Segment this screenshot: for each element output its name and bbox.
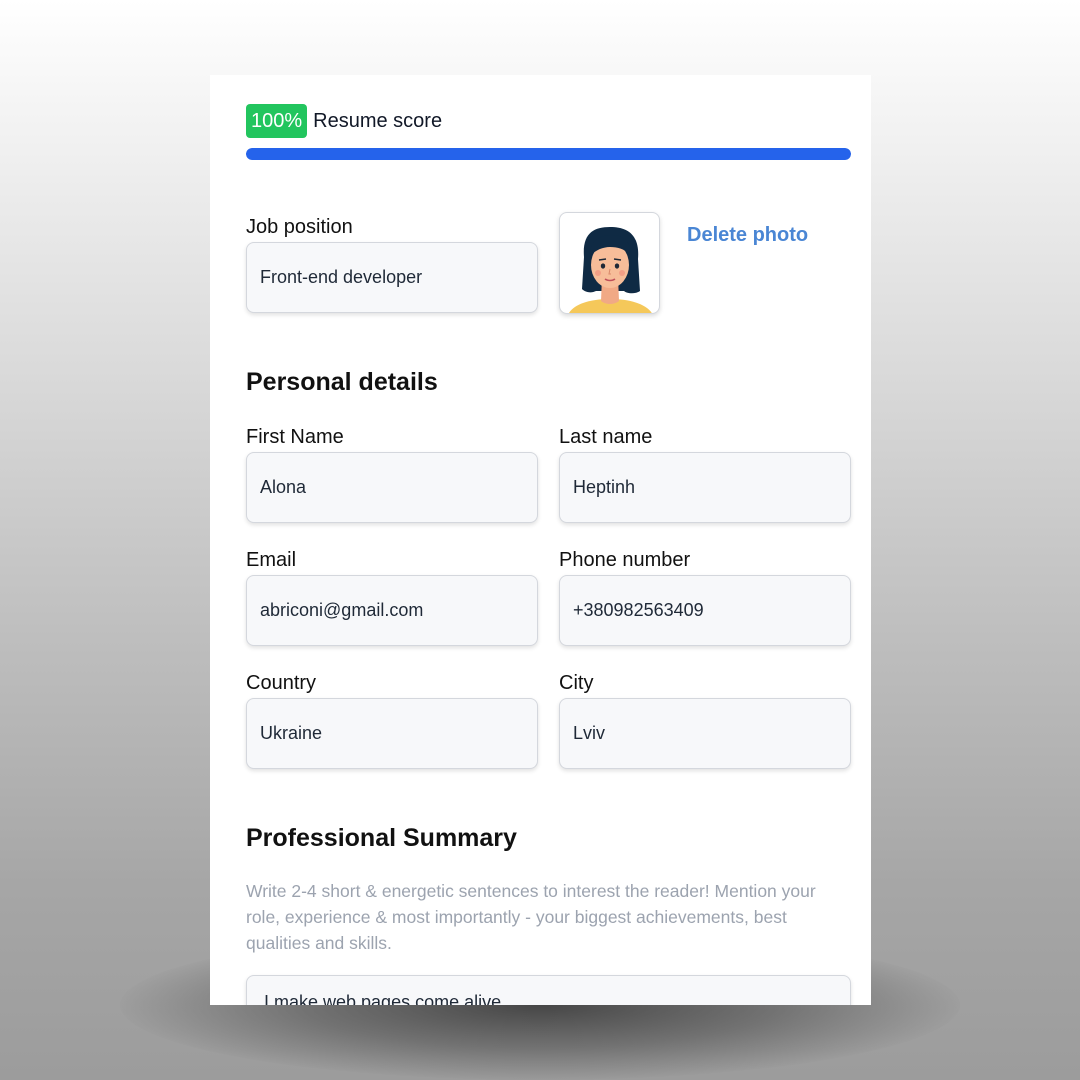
avatar-icon bbox=[569, 227, 652, 313]
last-name-input[interactable]: Heptinh bbox=[559, 452, 851, 523]
phone-input[interactable]: +380982563409 bbox=[559, 575, 851, 646]
city-input[interactable]: Lviv bbox=[559, 698, 851, 769]
profile-photo[interactable] bbox=[559, 212, 660, 314]
last-name-label: Last name bbox=[559, 426, 653, 448]
professional-summary-heading: Professional Summary bbox=[246, 824, 517, 852]
score-badge: 100% bbox=[246, 104, 308, 138]
job-position-input[interactable]: Front-end developer bbox=[246, 242, 538, 313]
email-input[interactable]: abriconi@gmail.com bbox=[246, 575, 538, 646]
country-input[interactable]: Ukraine bbox=[246, 698, 538, 769]
resume-score-row: 100% Resume score bbox=[246, 104, 442, 138]
score-progress-bar bbox=[246, 148, 851, 160]
score-label: Resume score bbox=[313, 109, 443, 132]
summary-hint-text: Write 2-4 short & energetic sentences to… bbox=[246, 881, 816, 953]
resume-form-card: 100% Resume score Job position Front-end… bbox=[210, 75, 871, 1005]
first-name-input[interactable]: Alona bbox=[246, 452, 538, 523]
phone-label: Phone number bbox=[559, 549, 691, 571]
email-label: Email bbox=[246, 549, 297, 571]
score-progress-fill bbox=[246, 148, 851, 160]
first-name-label: First Name bbox=[246, 426, 344, 448]
summary-textarea[interactable]: I make web pages come alive bbox=[246, 975, 851, 1005]
city-label: City bbox=[559, 672, 594, 694]
country-label: Country bbox=[246, 672, 317, 694]
delete-photo-link[interactable]: Delete photo bbox=[687, 224, 808, 247]
job-position-label: Job position bbox=[246, 216, 353, 238]
personal-details-heading: Personal details bbox=[246, 368, 438, 396]
